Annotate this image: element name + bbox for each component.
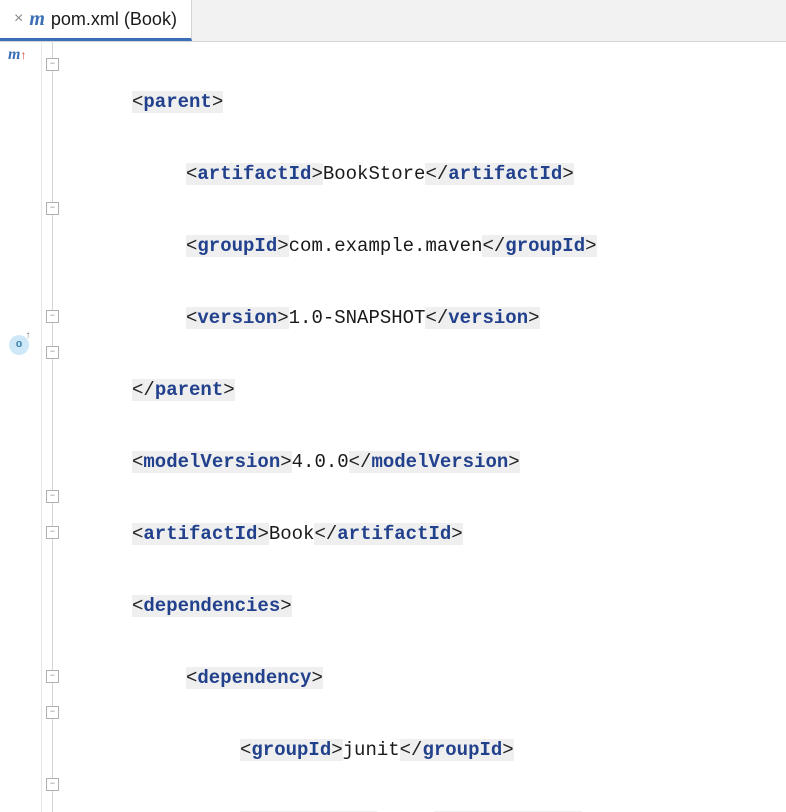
fold-toggle-icon[interactable]: − [46,670,59,683]
fold-toggle-icon[interactable]: − [46,526,59,539]
fold-toggle-icon[interactable]: − [46,706,59,719]
fold-toggle-icon[interactable]: − [46,58,59,71]
code-line[interactable]: <dependencies> [68,588,786,624]
fold-toggle-icon[interactable]: − [46,778,59,791]
editor-area: m↑ o ↑ − − − − − − − − − <parent> <artifactId>Bo… [0,42,786,812]
up-arrow-icon: ↑ [25,331,31,342]
maven-gutter-icon[interactable]: m↑ [8,46,26,64]
code-editor[interactable]: <parent> <artifactId>BookStore</artifact… [68,42,786,812]
fold-toggle-icon[interactable]: − [46,310,59,323]
tab-bar: × m pom.xml (Book) [0,0,786,42]
code-line[interactable]: </parent> [68,372,786,408]
code-line[interactable]: <dependency> [68,660,786,696]
fold-toggle-icon[interactable]: − [46,346,59,359]
up-arrow-icon: ↑ [20,48,26,63]
gutter-icon-strip: m↑ o ↑ [0,42,42,812]
tab-title: pom.xml (Book) [51,9,177,30]
editor-tab[interactable]: × m pom.xml (Book) [0,0,192,41]
code-line[interactable]: <version>1.0-SNAPSHOT</version> [68,300,786,336]
code-line[interactable]: <groupId>com.example.maven</groupId> [68,228,786,264]
fold-toggle-icon[interactable]: − [46,490,59,503]
fold-toggle-icon[interactable]: − [46,202,59,215]
bean-gutter-icon[interactable]: o ↑ [9,335,33,359]
close-tab-icon[interactable]: × [14,10,23,28]
code-line[interactable]: <groupId>junit</groupId> [68,732,786,768]
code-line[interactable]: <parent> [68,84,786,120]
code-line[interactable]: <artifactId>BookStore</artifactId> [68,156,786,192]
code-line[interactable]: <modelVersion>4.0.0</modelVersion> [68,444,786,480]
code-line[interactable]: <artifactId>junit</artifactId> [68,804,786,812]
maven-file-icon: m [29,8,45,31]
fold-gutter: − − − − − − − − − [42,42,68,812]
code-line[interactable]: <artifactId>Book</artifactId> [68,516,786,552]
